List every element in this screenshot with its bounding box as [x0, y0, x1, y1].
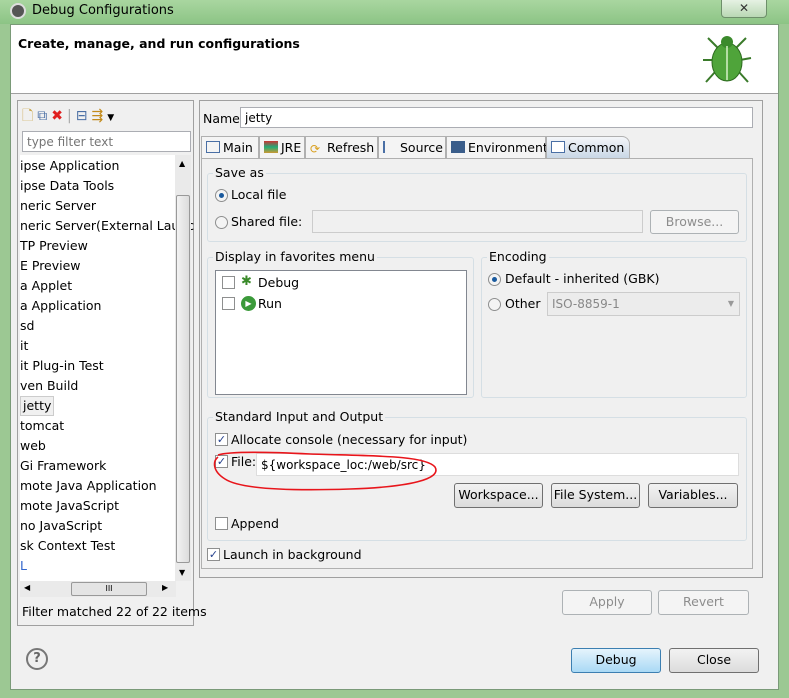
- tree-item[interactable]: mote JavaScript: [20, 496, 119, 516]
- scroll-up-icon[interactable]: ▲: [179, 159, 185, 168]
- tree-item[interactable]: ipse Data Tools: [20, 176, 114, 196]
- debug-icon: ✱: [241, 274, 252, 289]
- tree-item[interactable]: mote Java Application: [20, 476, 157, 496]
- tab-refresh[interactable]: ⟳ Refresh: [305, 136, 378, 158]
- local-file-label: Local file: [231, 187, 287, 202]
- window-close-button[interactable]: ✕: [721, 0, 767, 18]
- apply-button[interactable]: Apply: [562, 590, 652, 615]
- environment-icon: [451, 141, 465, 153]
- tree-item[interactable]: sk Context Test: [20, 536, 115, 556]
- common-icon: [551, 141, 565, 153]
- favorite-debug-label: Debug: [258, 275, 300, 290]
- favorites-list: [215, 270, 467, 395]
- jre-icon: [264, 141, 278, 153]
- allocate-console-label: Allocate console (necessary for input): [231, 432, 468, 447]
- tree-item[interactable]: L: [20, 556, 27, 576]
- horizontal-scrollbar[interactable]: ◀ III ▶: [20, 581, 176, 597]
- append-checkbox[interactable]: [215, 517, 228, 530]
- scroll-right-icon[interactable]: ▶: [162, 583, 168, 592]
- stdio-title: Standard Input and Output: [213, 409, 386, 424]
- tab-environment[interactable]: Environment: [446, 136, 548, 158]
- launch-background-label: Launch in background: [223, 547, 362, 562]
- close-button[interactable]: Close: [669, 648, 759, 673]
- shared-file-input[interactable]: [312, 210, 643, 233]
- favorite-debug-checkbox[interactable]: [222, 276, 235, 289]
- tab-source[interactable]: Source: [378, 136, 446, 158]
- browse-button[interactable]: Browse...: [650, 210, 739, 234]
- tree-item[interactable]: tomcat: [20, 416, 64, 436]
- save-as-title: Save as: [213, 165, 266, 180]
- delete-icon[interactable]: ✖: [51, 108, 67, 124]
- launch-background-checkbox[interactable]: ✓: [207, 548, 220, 561]
- encoding-title: Encoding: [487, 249, 549, 264]
- tree-item[interactable]: neric Server: [20, 196, 96, 216]
- eclipse-icon: [10, 3, 26, 19]
- red-annotation-ellipse: [213, 451, 437, 491]
- tab-main[interactable]: Main: [201, 136, 259, 158]
- scrollbar-thumb[interactable]: [176, 195, 190, 563]
- debug-button[interactable]: Debug: [571, 648, 661, 673]
- tree-item[interactable]: a Application: [20, 296, 101, 316]
- filter-input[interactable]: [22, 131, 191, 152]
- tree-item[interactable]: sd: [20, 316, 34, 336]
- workspace-button[interactable]: Workspace...: [454, 483, 543, 508]
- tree-item[interactable]: web: [20, 436, 46, 456]
- revert-button[interactable]: Revert: [658, 590, 749, 615]
- main-tab-icon: [206, 141, 220, 153]
- file-system-button[interactable]: File System...: [551, 483, 640, 508]
- shared-file-radio[interactable]: [215, 216, 228, 229]
- allocate-console-checkbox[interactable]: ✓: [215, 433, 228, 446]
- duplicate-icon[interactable]: ⧉: [37, 108, 51, 124]
- favorites-title: Display in favorites menu: [213, 249, 377, 264]
- tree-item[interactable]: jetty: [20, 396, 55, 416]
- hscroll-thumb[interactable]: III: [71, 582, 147, 596]
- name-label: Name:: [203, 111, 245, 126]
- scroll-left-icon[interactable]: ◀: [24, 583, 30, 592]
- shared-file-label: Shared file:: [231, 214, 303, 229]
- scroll-down-icon[interactable]: ▼: [179, 568, 185, 577]
- collapse-all-icon[interactable]: ⊟: [76, 108, 92, 124]
- tree-item[interactable]: E Preview: [20, 256, 81, 276]
- tab-common[interactable]: Common: [546, 136, 630, 158]
- other-encoding-label: Other: [505, 296, 541, 311]
- variables-button[interactable]: Variables...: [648, 483, 738, 508]
- tree-item[interactable]: it: [20, 336, 28, 356]
- other-encoding-select[interactable]: ISO-8859-1 ▼: [547, 292, 740, 316]
- tree-item[interactable]: it Plug-in Test: [20, 356, 104, 376]
- tree-item[interactable]: neric Server(External Launc: [20, 216, 194, 236]
- bug-icon: [703, 36, 752, 83]
- source-icon: [383, 141, 397, 153]
- header-title: Create, manage, and run configurations: [18, 36, 300, 51]
- filter-icon[interactable]: ⇶: [91, 108, 107, 124]
- run-icon: ▶: [241, 296, 256, 311]
- tree-toolbar: 🗋⧉✖|⊟⇶▼: [22, 108, 119, 124]
- favorite-run-checkbox[interactable]: [222, 297, 235, 310]
- tree-item[interactable]: ipse Application: [20, 156, 119, 176]
- tree-item[interactable]: a Applet: [20, 276, 72, 296]
- refresh-icon: ⟳: [310, 142, 321, 156]
- default-encoding-radio[interactable]: [488, 273, 501, 286]
- vertical-scrollbar[interactable]: ▲ ▼: [175, 155, 191, 581]
- help-icon[interactable]: ?: [26, 648, 48, 670]
- other-encoding-radio[interactable]: [488, 298, 501, 311]
- tree-item[interactable]: TP Preview: [20, 236, 88, 256]
- default-encoding-label: Default - inherited (GBK): [505, 271, 660, 286]
- name-input[interactable]: [240, 107, 753, 128]
- tab-jre[interactable]: JRE: [259, 136, 305, 158]
- chevron-down-icon[interactable]: ▼: [107, 113, 118, 123]
- tree-item[interactable]: Gi Framework: [20, 456, 106, 476]
- filter-status: Filter matched 22 of 22 items: [22, 604, 207, 619]
- chevron-down-icon: ▼: [727, 299, 734, 308]
- tree-item[interactable]: ven Build: [20, 376, 78, 396]
- favorite-run-label: Run: [258, 296, 282, 311]
- window-title: Debug Configurations: [32, 3, 174, 18]
- local-file-radio[interactable]: [215, 189, 228, 202]
- new-config-icon[interactable]: 🗋: [22, 108, 37, 124]
- append-label: Append: [231, 516, 279, 531]
- tree-item[interactable]: no JavaScript: [20, 516, 102, 536]
